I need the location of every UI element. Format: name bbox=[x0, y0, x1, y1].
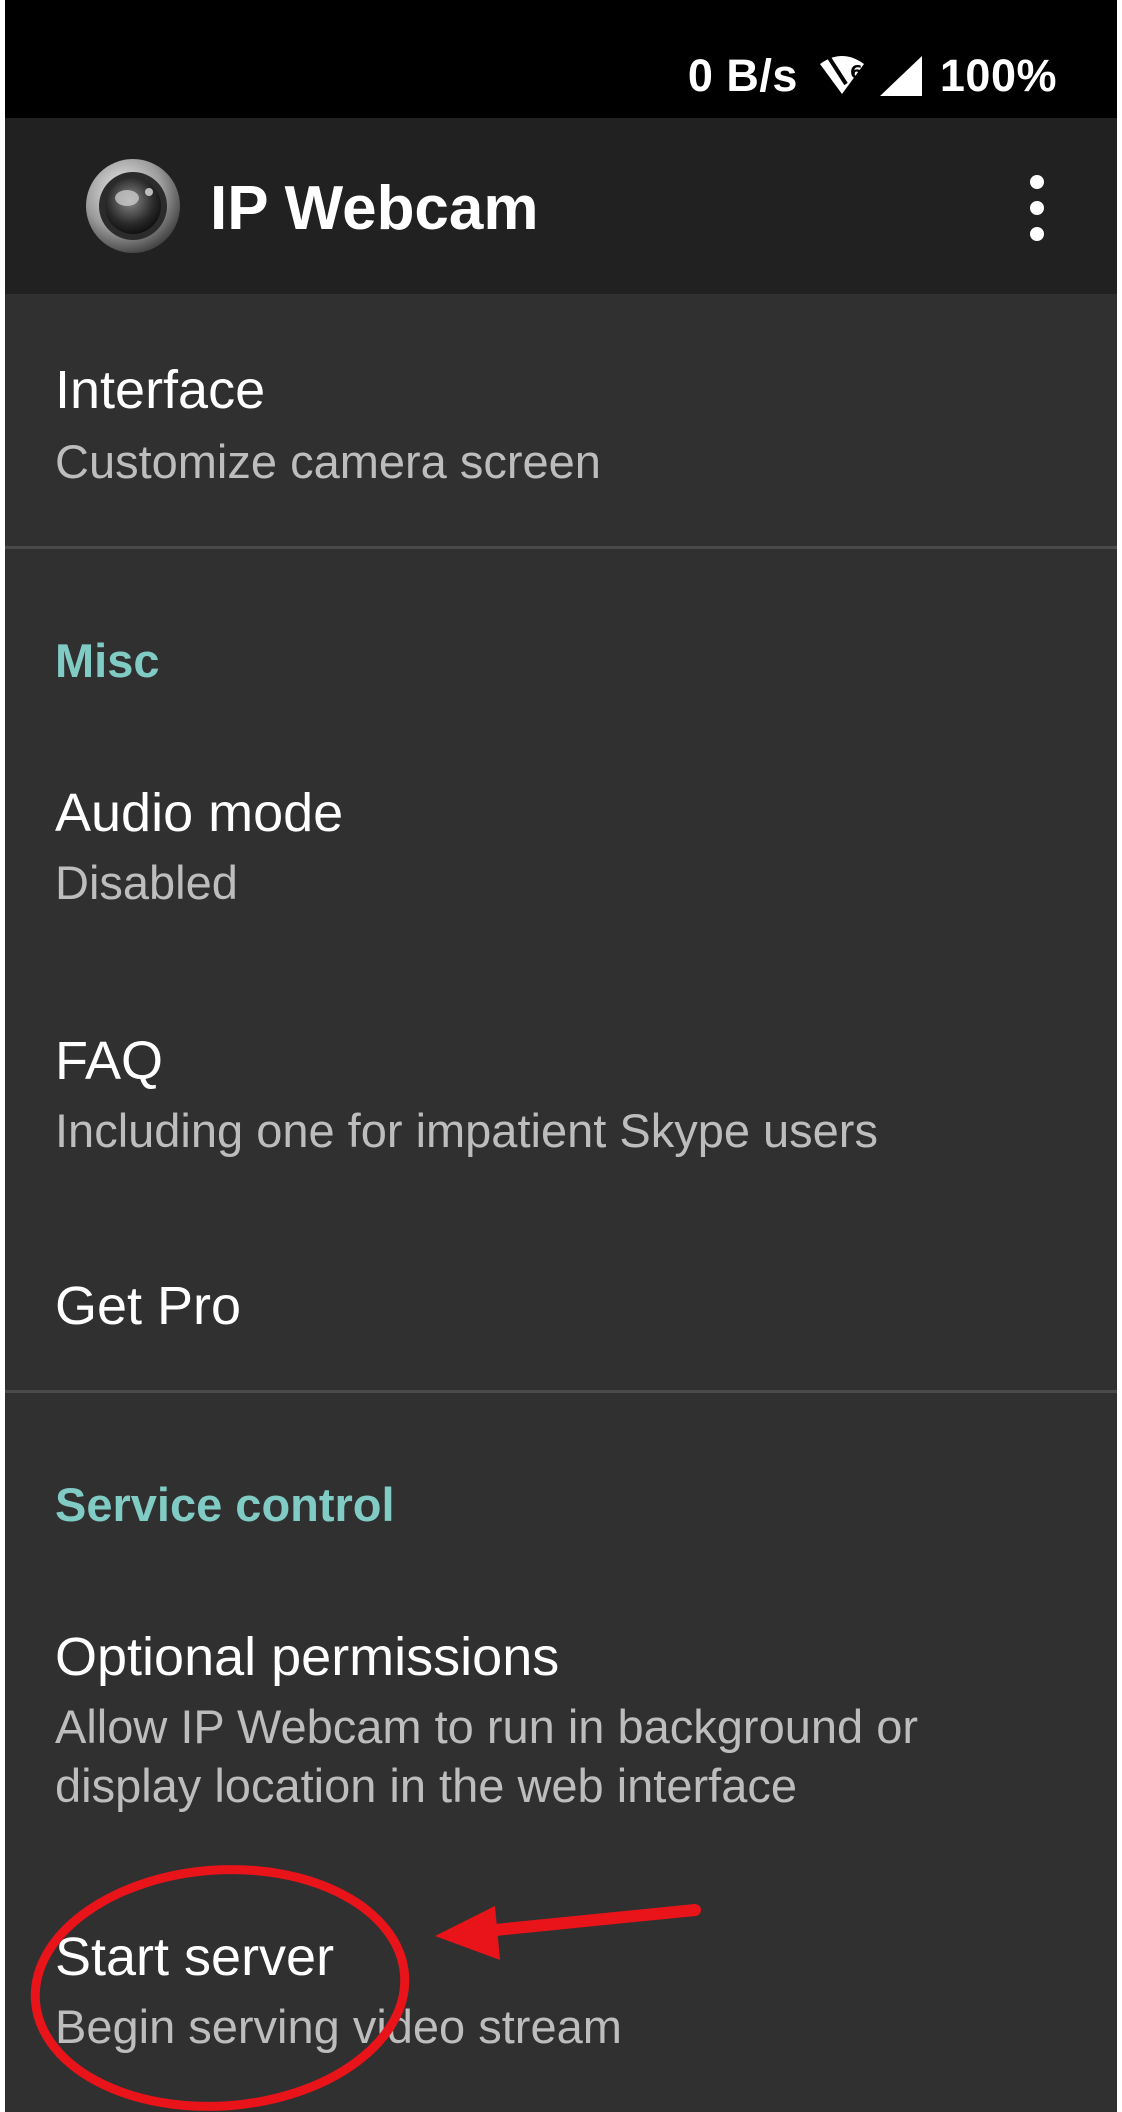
wifi-icon: 6 bbox=[816, 54, 868, 98]
more-vert-icon[interactable] bbox=[997, 158, 1077, 258]
pref-get-pro[interactable]: Get Pro bbox=[5, 1230, 1117, 1390]
divider bbox=[5, 1390, 1117, 1393]
screen: 0 B/s 6 100% IP Webcam Interface Customi… bbox=[0, 0, 1122, 2112]
pref-optional-permissions[interactable]: Optional permissions Allow IP Webcam to … bbox=[5, 1590, 1117, 1840]
category-misc: Misc bbox=[55, 634, 160, 687]
signal-icon bbox=[878, 54, 924, 98]
pref-summary: Disabled bbox=[55, 856, 238, 909]
pref-summary-line-1: Allow IP Webcam to run in background or bbox=[55, 1700, 918, 1753]
pref-title: Get Pro bbox=[55, 1276, 242, 1336]
pref-title: Interface bbox=[55, 360, 266, 420]
divider bbox=[5, 546, 1117, 549]
pref-start-server[interactable]: Start server Begin serving video stream bbox=[5, 1890, 1117, 2112]
status-bar: 0 B/s 6 100% bbox=[5, 0, 1117, 126]
menu-dot bbox=[1030, 227, 1044, 241]
net-speed: 0 B/s bbox=[687, 50, 798, 101]
pref-title: Audio mode bbox=[55, 783, 344, 843]
camera-lens-icon bbox=[83, 156, 183, 256]
pref-title: Start server bbox=[55, 1927, 335, 1987]
status-icons: 0 B/s 6 100% bbox=[688, 50, 1057, 102]
app-title: IP Webcam bbox=[210, 174, 539, 243]
battery-level: 100% bbox=[939, 50, 1057, 101]
category-service-control: Service control bbox=[55, 1478, 395, 1531]
menu-dot bbox=[1030, 201, 1044, 215]
wifi-badge: 6 bbox=[850, 62, 863, 83]
pref-title: FAQ bbox=[55, 1031, 164, 1091]
pref-title: Optional permissions bbox=[55, 1627, 560, 1687]
pref-summary: Begin serving video stream bbox=[55, 2000, 622, 2053]
app-bar: IP Webcam bbox=[5, 118, 1117, 294]
pref-audio-mode[interactable]: Audio mode Disabled bbox=[5, 740, 1117, 950]
pref-summary-line-2: display location in the web interface bbox=[55, 1759, 797, 1812]
menu-dot bbox=[1030, 175, 1044, 189]
pref-summary: Customize camera screen bbox=[55, 435, 601, 488]
pref-summary: Including one for impatient Skype users bbox=[55, 1104, 878, 1157]
pref-faq[interactable]: FAQ Including one for impatient Skype us… bbox=[5, 990, 1117, 1200]
pref-interface[interactable]: Interface Customize camera screen bbox=[5, 294, 1117, 546]
